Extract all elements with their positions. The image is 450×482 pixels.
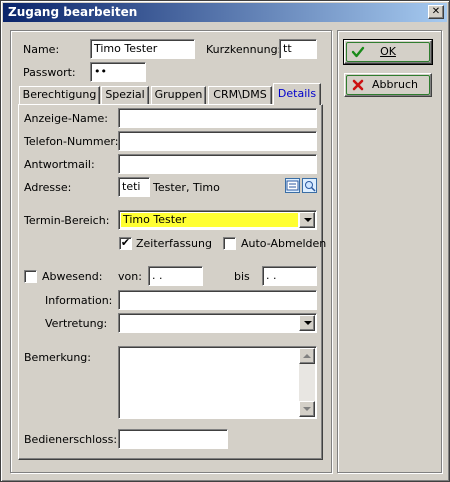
telefon-input[interactable] xyxy=(118,131,317,151)
tab-label: Details xyxy=(277,87,317,100)
scroll-up-icon[interactable] xyxy=(299,348,315,364)
bemerkung-textarea[interactable] xyxy=(118,346,317,419)
name-label: Name: xyxy=(23,43,60,56)
bemerkung-scrollbar[interactable] xyxy=(299,348,315,417)
termin-bereich-value: Timo Tester xyxy=(121,213,298,227)
vertretung-select[interactable] xyxy=(118,313,317,333)
information-input[interactable] xyxy=(118,290,317,310)
tab-label: Gruppen xyxy=(154,88,203,101)
abbruch-button[interactable]: Abbruch xyxy=(344,73,432,97)
antwortmail-input[interactable] xyxy=(118,154,317,174)
ok-button[interactable]: OK xyxy=(343,39,433,65)
adresse-code-input[interactable]: teti xyxy=(118,177,150,197)
zeiterfassung-label: Zeiterfassung xyxy=(136,237,212,250)
zeiterfassung-checkbox[interactable]: ✔ xyxy=(119,237,132,250)
von-label: von: xyxy=(118,270,142,283)
anzeige-name-input[interactable] xyxy=(118,108,317,128)
abbruch-button-label: Abbruch xyxy=(371,78,418,91)
check-icon: ✔ xyxy=(120,236,131,249)
auto-abmelden-label: Auto-Abmelden xyxy=(241,237,327,250)
tab-crm-dms[interactable]: CRM\DMS xyxy=(208,86,272,104)
bis-date-input[interactable]: . . xyxy=(262,266,317,286)
telefon-label: Telefon-Nummer: xyxy=(24,135,119,148)
passwort-label: Passwort: xyxy=(23,66,76,79)
window-title: Zugang bearbeiten xyxy=(8,5,138,19)
tab-label: Berechtigung xyxy=(22,88,97,101)
bedienerschloss-label: Bedienerschloss: xyxy=(24,433,118,446)
bedienerschloss-input[interactable] xyxy=(118,429,228,449)
scroll-down-icon[interactable] xyxy=(299,401,315,417)
antwortmail-label: Antwortmail: xyxy=(24,158,95,171)
vertretung-label: Vertretung: xyxy=(45,317,108,330)
abwesend-label: Abwesend: xyxy=(42,270,103,283)
vertretung-value xyxy=(121,316,298,330)
bis-label: bis xyxy=(234,270,250,283)
title-bar: Zugang bearbeiten ✕ xyxy=(3,3,447,22)
tab-label: CRM\DMS xyxy=(213,88,267,101)
dialog-window: Zugang bearbeiten ✕ Name: Timo Tester Ku… xyxy=(0,0,450,482)
tab-details[interactable]: Details xyxy=(273,83,321,105)
termin-bereich-select[interactable]: Timo Tester xyxy=(118,210,317,230)
address-search-button[interactable] xyxy=(302,178,317,193)
passwort-input[interactable]: •• xyxy=(90,62,146,82)
tab-gruppen[interactable]: Gruppen xyxy=(151,86,206,104)
tab-berechtigung[interactable]: Berechtigung xyxy=(19,86,100,104)
auto-abmelden-checkbox[interactable] xyxy=(223,237,236,250)
anzeige-name-label: Anzeige-Name: xyxy=(24,112,108,125)
tab-label: Spezial xyxy=(105,88,145,101)
von-date-input[interactable]: . . xyxy=(148,266,203,286)
kurzkennung-label: Kurzkennung: xyxy=(206,43,282,56)
adresse-label: Adresse: xyxy=(24,181,72,194)
address-card-button[interactable] xyxy=(285,178,300,193)
bemerkung-label: Bemerkung: xyxy=(24,351,91,364)
search-icon xyxy=(305,181,316,192)
close-icon: ✕ xyxy=(431,6,441,17)
termin-bereich-label: Termin-Bereich: xyxy=(24,214,110,227)
adresse-name: Tester, Timo xyxy=(153,181,220,194)
ok-button-label: OK xyxy=(380,45,396,58)
close-button[interactable]: ✕ xyxy=(428,5,444,19)
tab-spezial[interactable]: Spezial xyxy=(101,86,149,104)
abwesend-checkbox[interactable] xyxy=(24,270,37,283)
chevron-down-icon[interactable] xyxy=(299,315,315,331)
name-input[interactable]: Timo Tester xyxy=(90,39,195,59)
information-label: Information: xyxy=(45,294,113,307)
kurzkennung-input[interactable]: tt xyxy=(279,39,317,59)
address-card-icon xyxy=(286,180,299,191)
chevron-down-icon[interactable] xyxy=(299,212,315,228)
